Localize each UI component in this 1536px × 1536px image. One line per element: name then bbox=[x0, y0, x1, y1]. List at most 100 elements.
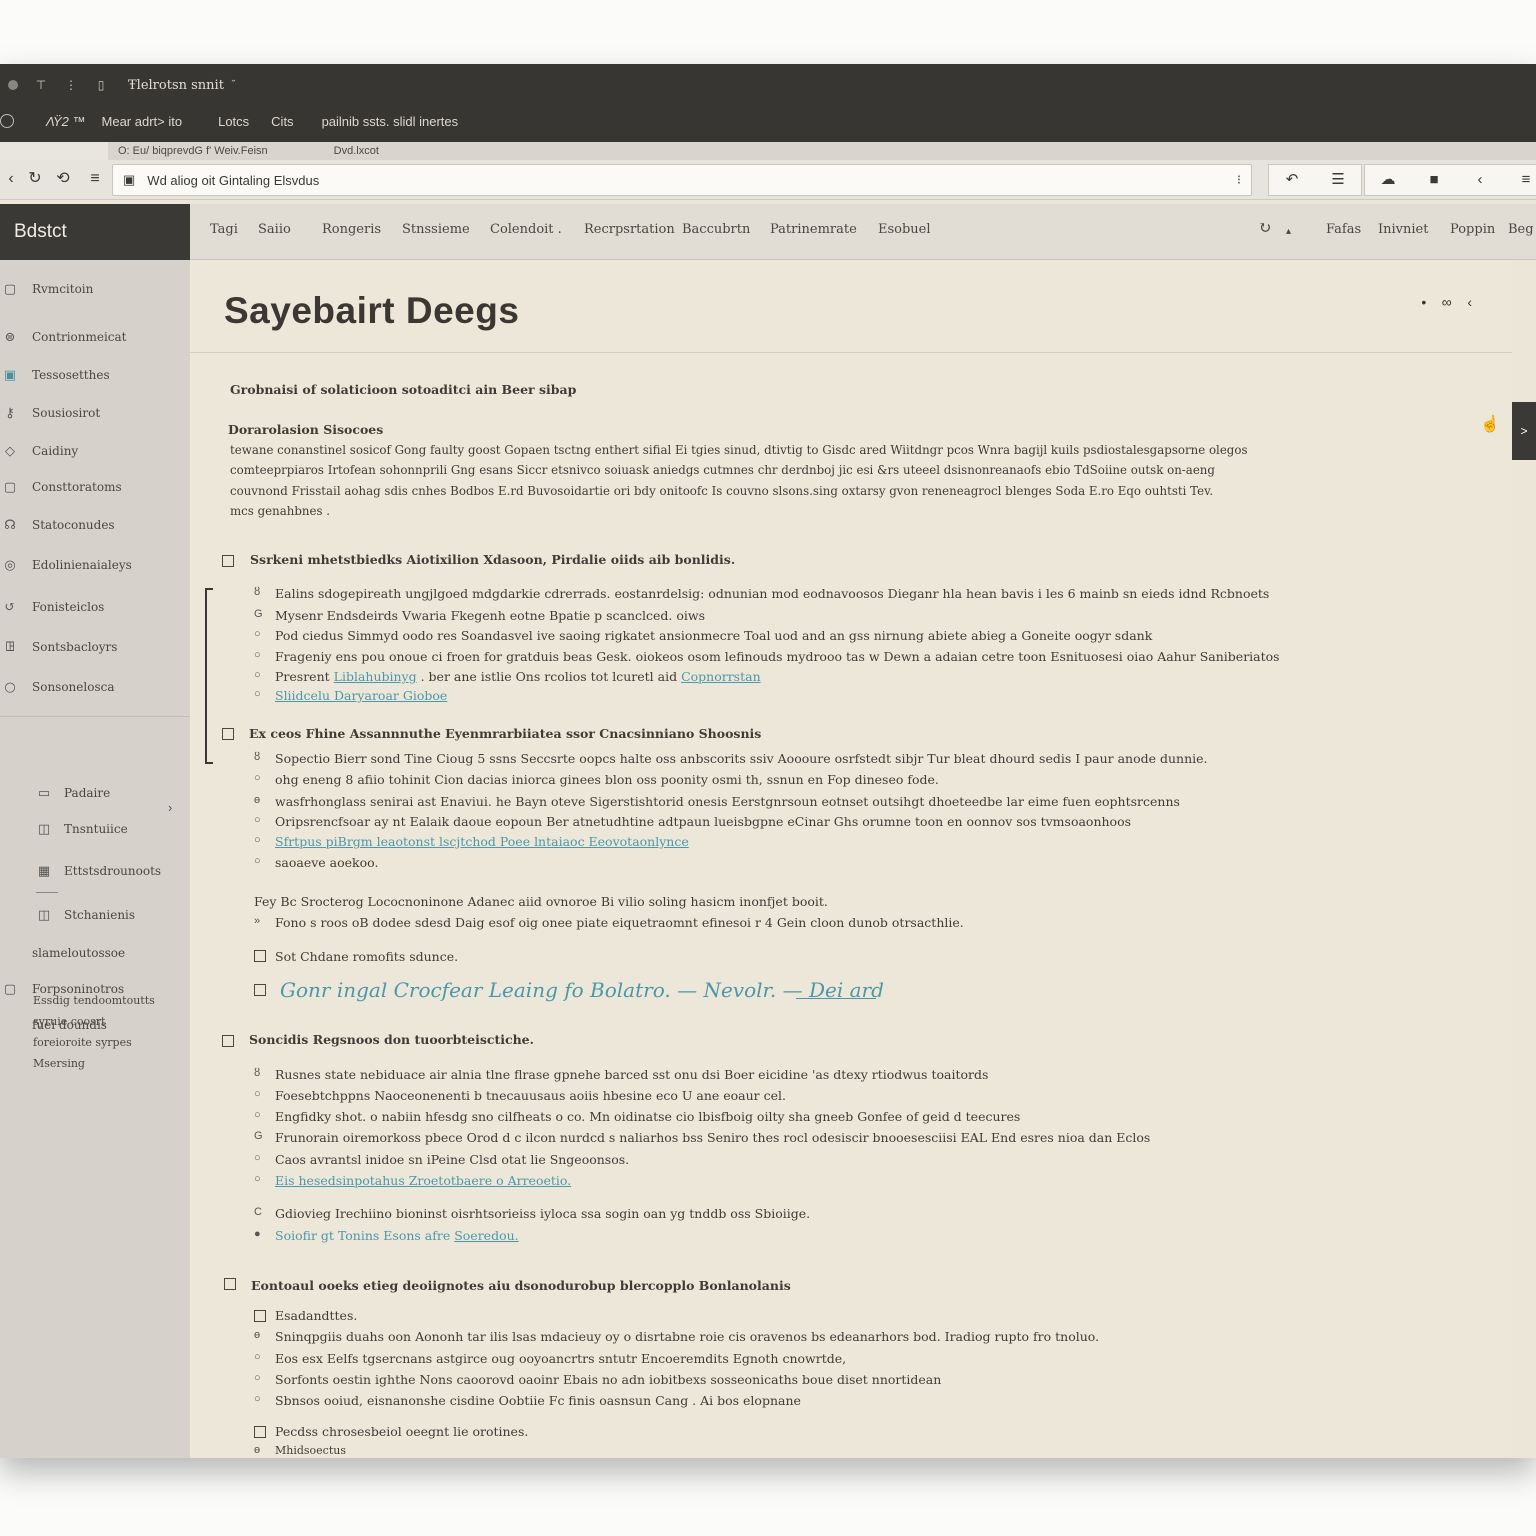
sidebar-more-0[interactable]: slameloutossoe bbox=[0, 940, 190, 966]
checkbox[interactable] bbox=[222, 728, 234, 740]
bullet: ○ bbox=[254, 688, 261, 700]
document-icon[interactable]: ▯ bbox=[94, 78, 108, 92]
checkbox[interactable] bbox=[222, 1035, 234, 1047]
dropdown-caret-icon[interactable]: ▴ bbox=[1286, 226, 1291, 237]
menu-item-1[interactable]: Mear adrt> ito bbox=[102, 114, 183, 129]
site-icon: ▣ bbox=[123, 172, 136, 187]
folder-icon[interactable]: ■ bbox=[1411, 165, 1457, 195]
menu-item-4[interactable]: pailnib ssts. slidl inertes bbox=[322, 114, 459, 129]
checkbox[interactable] bbox=[224, 1278, 236, 1290]
topnav-item-1[interactable]: Saiio bbox=[258, 222, 291, 237]
sidebar-subitem-3[interactable]: ◫ Stchanienis bbox=[0, 902, 190, 928]
menu-item-0[interactable]: ΛΫ2 ™ bbox=[46, 114, 86, 129]
app-menu-icon[interactable] bbox=[0, 114, 14, 128]
topnav-item-3[interactable]: Stnssieme bbox=[402, 222, 470, 237]
topnav-item-7[interactable]: Patrinemrate bbox=[770, 222, 857, 237]
tab-0[interactable]: O: Eu/ biqprevdG f' Weiv.Feisn bbox=[118, 145, 268, 157]
list-link[interactable]: Sfrtpus piBrgm leaotonst lscjtchod Poee … bbox=[275, 834, 689, 849]
sidebar-footer-line[interactable]: Essdig tendoomtoutts bbox=[33, 990, 155, 1011]
sidebar-footer-line[interactable]: Msersing bbox=[33, 1053, 155, 1074]
dot-icon[interactable]: • bbox=[1421, 294, 1426, 310]
topnav-item-2[interactable]: Rongeris bbox=[322, 222, 381, 237]
sidebar-item-8[interactable]: ↺ Fonisteiclos bbox=[0, 594, 190, 620]
list-item: Frageniy ens pou onoue ci froen for grat… bbox=[275, 649, 1280, 664]
group-icon: ꖸ bbox=[5, 639, 15, 655]
side-panel-tab[interactable]: > bbox=[1512, 402, 1536, 460]
topnav-right-3[interactable]: Beg bbox=[1508, 222, 1534, 237]
more-vertical-icon[interactable]: ⋮ bbox=[64, 78, 78, 92]
link-icon[interactable]: ∞ bbox=[1442, 294, 1452, 310]
topnav-right-2[interactable]: Poppin bbox=[1450, 222, 1495, 237]
address-bar[interactable]: ▣ Wd aliog oit Gintaling Elsvdus ⁝ bbox=[112, 164, 1252, 196]
sidebar-brand[interactable]: Bdstct bbox=[0, 204, 190, 260]
sidebar-item-3[interactable]: ⚷ Sousiosirot bbox=[0, 400, 190, 426]
sidebar-subitem-1[interactable]: ◫ Tnsntuiice bbox=[0, 816, 190, 842]
tab-1[interactable]: Dvd.lxcot bbox=[334, 145, 379, 157]
checkbox[interactable] bbox=[222, 555, 234, 567]
sidebar-item-9[interactable]: ꖸ Sontsbacloyrs bbox=[0, 634, 190, 660]
cloud-icon[interactable]: ☁ bbox=[1365, 165, 1411, 195]
address-more-icon[interactable]: ⁝ bbox=[1237, 172, 1241, 188]
topnav-item-5[interactable]: Recrpsrtation bbox=[584, 222, 675, 237]
sidebar-item-1[interactable]: ⊜ Contrionmeicat bbox=[0, 324, 190, 350]
topnav-right-0[interactable]: Fafas bbox=[1326, 222, 1361, 237]
list-item: Esadandttes. bbox=[275, 1308, 358, 1323]
link-icon: ◎ bbox=[4, 557, 16, 573]
hamburger-icon[interactable]: ≡ bbox=[1503, 165, 1536, 195]
history-icon[interactable]: ↶ bbox=[1269, 165, 1315, 195]
title-caret-icon[interactable]: ˘ bbox=[232, 79, 236, 91]
list-item: Pod ciedus Simmyd oodo res Soandasvel iv… bbox=[275, 628, 1153, 643]
sidebar-footer-line[interactable]: syruie coosrt bbox=[33, 1011, 155, 1032]
inline-link[interactable]: Liblahubinyg bbox=[334, 669, 417, 684]
menu-item-2[interactable]: Lotcs bbox=[218, 114, 249, 129]
checkbox[interactable] bbox=[254, 1310, 266, 1322]
bullet: ɵ bbox=[254, 1329, 261, 1341]
hand-icon[interactable]: ☝ bbox=[1480, 414, 1500, 434]
forward-icon[interactable]: ↻ bbox=[24, 168, 46, 190]
menu-icon[interactable]: ≡ bbox=[84, 168, 106, 190]
topnav-item-0[interactable]: Tagi bbox=[210, 222, 238, 237]
pin-icon[interactable]: ⊤ bbox=[34, 78, 48, 92]
bullet: ○ bbox=[254, 628, 261, 640]
list-item: Gdiovieg Irechiino bioninst oisrhtsoriei… bbox=[275, 1206, 811, 1221]
checkbox[interactable] bbox=[254, 1426, 266, 1438]
checkbox[interactable] bbox=[254, 984, 266, 996]
list-link[interactable]: Eis hesedsinpotahus Zroetotbaere o Arreo… bbox=[275, 1173, 571, 1188]
sidebar-item-5[interactable]: ▢ Consttoratoms bbox=[0, 474, 190, 500]
list-item: Oripsrencfsoar ay nt Ealaik daoue eopoun… bbox=[275, 814, 1132, 829]
paragraph-line: couvnond Frisstail aohag sdis cnhes Bodb… bbox=[230, 484, 1214, 498]
sidebar-item-4[interactable]: ◇ Caidiny bbox=[0, 438, 190, 464]
sidebar-subitem-0[interactable]: ▭ Padaire bbox=[0, 780, 190, 806]
window-title: Ŧlelrotsn snnit bbox=[128, 77, 224, 93]
refresh-icon[interactable]: ↻ bbox=[1258, 218, 1271, 237]
checkbox[interactable] bbox=[254, 950, 266, 962]
sidebar-item-6[interactable]: ☊ Statoconudes bbox=[0, 512, 190, 538]
sidebar-item-2[interactable]: ▣ Tessosetthes bbox=[0, 362, 190, 388]
list-icon[interactable]: ☰ bbox=[1315, 165, 1361, 195]
topnav-item-6[interactable]: Baccubrtn bbox=[682, 222, 750, 237]
topnav-item-4[interactable]: Colendoit . bbox=[490, 222, 562, 237]
bullet: ○ bbox=[254, 669, 261, 681]
sidebar-footer-line[interactable]: foreioroite syrpes bbox=[33, 1032, 155, 1053]
reload-icon[interactable]: ⟲ bbox=[52, 168, 74, 190]
sidebar-item-10[interactable]: ○ Sonsonelosca bbox=[0, 674, 190, 700]
collapse-icon[interactable]: ‹ bbox=[1457, 165, 1503, 195]
sidebar-subitem-2[interactable]: ▦ Ettstsdrounoots bbox=[0, 858, 190, 884]
back-icon[interactable]: ‹ bbox=[0, 168, 22, 190]
menu-item-3[interactable]: Cits bbox=[271, 114, 293, 129]
list-link[interactable]: Sliidcelu Daryaroar Gioboe bbox=[275, 688, 447, 703]
tail-link[interactable]: Copnorrstan bbox=[681, 669, 761, 684]
sidebar-item-7[interactable]: ◎ Edolinienaialeys bbox=[0, 552, 190, 578]
topnav-item-8[interactable]: Esobuel bbox=[878, 222, 931, 237]
window-dot-icon[interactable] bbox=[8, 80, 18, 90]
inline-link[interactable]: Soeredou. bbox=[454, 1228, 518, 1243]
signature-link[interactable]: Gonr ingal Crocfear Leaing fo Bolatro. —… bbox=[280, 978, 884, 1002]
topnav-right-1[interactable]: Inivniet bbox=[1378, 222, 1428, 237]
title-controls: • ∞ ‹ bbox=[1421, 294, 1472, 310]
section-heading: Dorarolasion Sisocoes bbox=[228, 422, 384, 437]
bullet: ○ bbox=[254, 1393, 261, 1405]
square-icon: ▢ bbox=[3, 281, 17, 297]
sidebar-item-0[interactable]: ▢ Rvmcitoin bbox=[0, 276, 190, 302]
circle-icon: ○ bbox=[4, 679, 16, 695]
collapse-icon[interactable]: ‹ bbox=[1467, 294, 1472, 310]
